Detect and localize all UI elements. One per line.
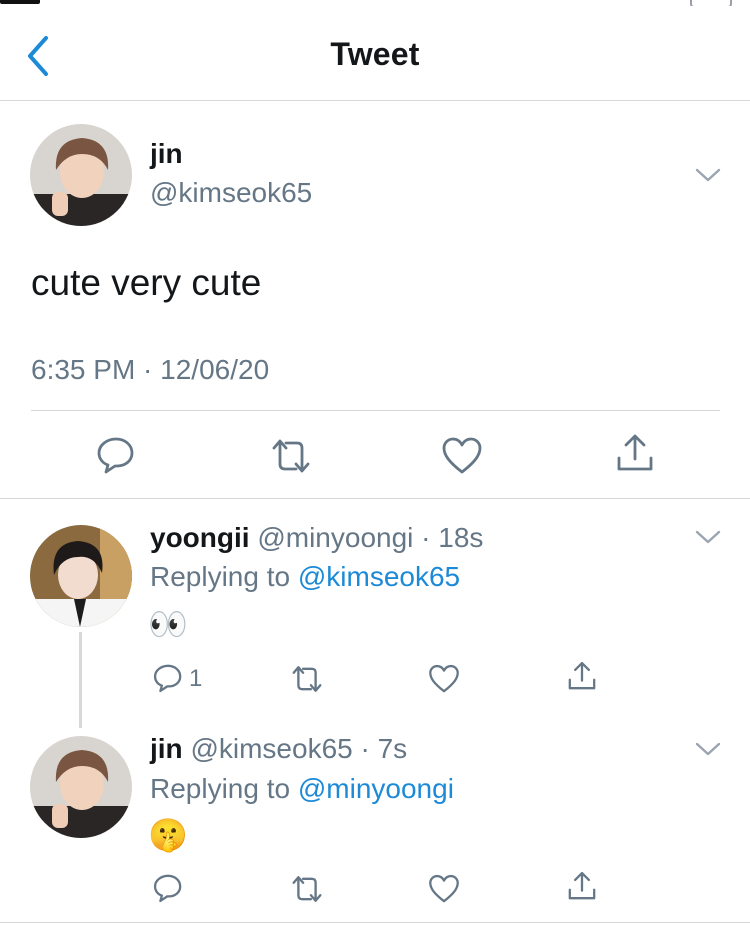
avatar[interactable] (30, 736, 132, 838)
retweet-button[interactable] (289, 873, 325, 905)
avatar[interactable] (30, 124, 132, 226)
reply-emoji: 🤫 (148, 817, 188, 853)
author-handle[interactable]: @kimseok65 (150, 177, 312, 209)
avatar[interactable] (30, 525, 132, 627)
tweet-age: 7s (377, 733, 408, 764)
tweet-detail-screen: Tweet jin @kimseok65 cute very cute 6:35… (0, 0, 750, 926)
share-button[interactable] (566, 660, 598, 692)
like-button[interactable] (441, 436, 483, 476)
author-handle[interactable]: @minyoongi (257, 522, 413, 553)
avatar-jin-image (30, 736, 132, 838)
share-button[interactable] (566, 870, 598, 902)
tweet-menu-button[interactable] (694, 528, 722, 546)
navigation-bar: Tweet (0, 0, 750, 101)
mention-link[interactable]: @minyoongi (298, 773, 454, 804)
retweet-icon (272, 439, 310, 473)
separator-dot: · (360, 733, 370, 764)
tweet-menu-button[interactable] (694, 740, 722, 758)
share-button[interactable] (614, 432, 656, 474)
tweet-text: cute very cute (31, 262, 262, 303)
bottom-divider (0, 922, 750, 923)
retweet-button[interactable] (289, 663, 325, 695)
reply-header: yoongii @minyoongi · 18s (150, 522, 483, 554)
reply-header: jin @kimseok65 · 7s (150, 733, 407, 765)
retweet-icon (292, 666, 322, 692)
author-name[interactable]: yoongii (150, 522, 250, 553)
mention-link[interactable]: @kimseok65 (298, 561, 460, 592)
retweet-button[interactable] (268, 436, 314, 476)
reply-button[interactable] (152, 662, 184, 694)
reply-icon (153, 664, 182, 693)
reply-icon (153, 874, 182, 903)
divider (31, 410, 720, 411)
share-icon (568, 871, 596, 900)
avatar-yoongii-image (30, 525, 132, 627)
author-handle[interactable]: @kimseok65 (190, 733, 352, 764)
tweet-menu-button[interactable] (694, 166, 722, 184)
tweet-timestamp: 6:35 PM · 12/06/20 (31, 354, 270, 385)
share-icon (568, 661, 596, 690)
like-icon (429, 664, 459, 693)
chevron-down-icon (695, 742, 721, 756)
replying-to: Replying to @kimseok65 (150, 561, 460, 593)
reply-button[interactable] (95, 434, 137, 476)
like-icon (429, 874, 459, 903)
reply-button[interactable] (152, 872, 184, 904)
share-icon (617, 434, 653, 471)
author-name[interactable]: jin (150, 138, 183, 170)
separator-dot: · (421, 522, 431, 553)
retweet-icon (292, 876, 322, 902)
like-button[interactable] (428, 873, 460, 905)
avatar-jin-image (30, 124, 132, 226)
reply-icon (97, 437, 134, 474)
thread-connector (79, 632, 82, 728)
like-icon (442, 437, 482, 474)
replying-to-label: Replying to (150, 561, 298, 592)
like-button[interactable] (428, 663, 460, 695)
reply-emoji: 👀 (148, 606, 188, 642)
tweet-age: 18s (438, 522, 484, 553)
chevron-down-icon (695, 530, 721, 544)
page-title: Tweet (330, 36, 420, 72)
replying-to-label: Replying to (150, 773, 298, 804)
author-name[interactable]: jin (150, 733, 183, 764)
section-divider (0, 498, 750, 499)
replying-to: Replying to @minyoongi (150, 773, 454, 805)
reply-count: 1 (189, 665, 203, 692)
chevron-down-icon (695, 168, 721, 182)
